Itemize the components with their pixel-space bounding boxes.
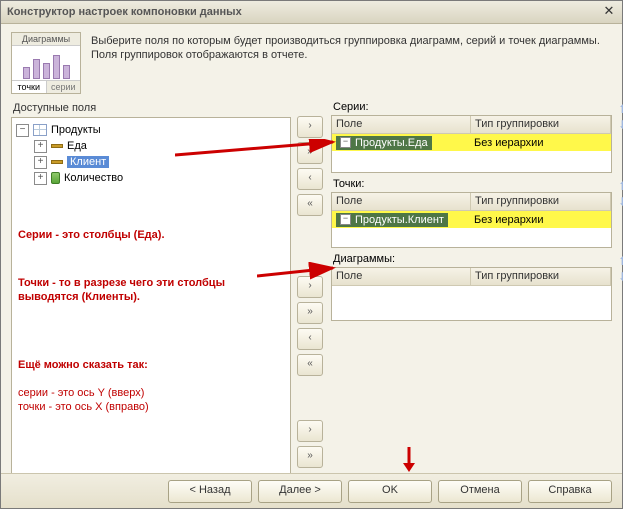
move-right-button-3[interactable]: › (297, 420, 323, 442)
tree-item-qty[interactable]: + Количество (16, 170, 286, 186)
tree-item-eda[interactable]: + Еда (16, 138, 286, 154)
annotation-extra1: Ещё можно сказать так: (18, 358, 148, 372)
series-row[interactable]: −Продукты.Еда Без иерархии (332, 134, 611, 151)
annotation-extra3: точки - это ось X (вправо) (18, 400, 149, 414)
field-icon (51, 160, 63, 164)
back-button[interactable]: < Назад (168, 480, 252, 503)
thumb-foot-series: серии (47, 80, 81, 93)
move-up-icon[interactable]: ⬆ (616, 179, 623, 193)
close-icon[interactable]: ✕ (602, 5, 616, 19)
col-group[interactable]: Тип группировки (471, 116, 611, 133)
col-group[interactable]: Тип группировки (471, 268, 611, 285)
col-field[interactable]: Поле (332, 268, 471, 285)
points-row[interactable]: −Продукты.Клиент Без иерархии (332, 211, 611, 228)
series-grid[interactable]: Поле Тип группировки −Продукты.Еда Без и… (331, 115, 612, 173)
move-up-icon[interactable]: ⬆ (616, 102, 623, 116)
move-all-left-button-2[interactable]: « (297, 354, 323, 376)
cancel-button[interactable]: Отмена (438, 480, 522, 503)
expand-icon[interactable]: + (34, 140, 47, 153)
points-label: Точки: (331, 177, 612, 192)
move-all-right-button-2[interactable]: » (297, 302, 323, 324)
series-group-type: Без иерархии (470, 136, 611, 150)
series-label: Серии: (331, 100, 612, 115)
points-group-type: Без иерархии (470, 213, 611, 227)
main-area: Доступные поля − Продукты + Еда + (1, 100, 622, 486)
titlebar: Конструктор настроек компоновки данных ✕ (1, 1, 622, 24)
table-icon (33, 124, 47, 136)
tree-item-label: Количество (64, 172, 123, 184)
tree-root-label: Продукты (51, 124, 101, 136)
thumb-header: Диаграммы (12, 33, 80, 46)
move-up-icon[interactable]: ⬆ (616, 254, 623, 268)
collapse-icon[interactable]: − (340, 137, 351, 148)
series-section: Серии: Поле Тип группировки −Продукты.Ед… (331, 100, 612, 173)
diagram-thumbnail[interactable]: Диаграммы точки серии (11, 32, 81, 94)
next-button[interactable]: Далее > (258, 480, 342, 503)
footer-buttons: < Назад Далее > OK Отмена Справка (1, 473, 622, 508)
points-field: Продукты.Клиент (355, 214, 444, 226)
ok-button[interactable]: OK (348, 480, 432, 503)
move-left-button[interactable]: ‹ (297, 168, 323, 190)
right-column: Серии: Поле Тип группировки −Продукты.Ед… (331, 100, 612, 478)
diagrams-grid[interactable]: Поле Тип группировки (331, 267, 612, 321)
expand-icon[interactable]: + (34, 156, 47, 169)
move-down-icon[interactable]: ⬇ (616, 270, 623, 284)
available-fields-label: Доступные поля (11, 100, 291, 117)
tree-item-label-selected: Клиент (67, 156, 109, 168)
diagrams-label: Диаграммы: (331, 252, 612, 267)
col-field[interactable]: Поле (332, 116, 471, 133)
series-field: Продукты.Еда (355, 137, 428, 149)
points-section: Точки: Поле Тип группировки −Продукты.Кл… (331, 177, 612, 248)
tree-item-label: Еда (67, 140, 87, 152)
available-fields-box: − Продукты + Еда + Клиент (11, 117, 291, 478)
move-right-button-2[interactable]: › (297, 276, 323, 298)
move-down-icon[interactable]: ⬇ (616, 118, 623, 132)
field-icon (51, 144, 63, 148)
move-all-right-button[interactable]: » (297, 142, 323, 164)
points-grid[interactable]: Поле Тип группировки −Продукты.Клиент Бе… (331, 192, 612, 248)
annotation-series: Серии - это столбцы (Еда). (18, 228, 165, 242)
col-field[interactable]: Поле (332, 193, 471, 210)
dialog-window: Конструктор настроек компоновки данных ✕… (0, 0, 623, 509)
annotation-points: Точки - то в разрезе чего эти столбцы вы… (18, 276, 278, 304)
thumb-foot-points: точки (12, 80, 47, 93)
move-all-left-button[interactable]: « (297, 194, 323, 216)
tree-item-klient[interactable]: + Клиент (16, 154, 286, 170)
expand-icon[interactable]: + (34, 172, 47, 185)
top-row: Диаграммы точки серии Выберите поля по к… (1, 24, 622, 100)
description-text: Выберите поля по которым будет производи… (91, 32, 612, 62)
collapse-icon[interactable]: − (16, 124, 29, 137)
move-all-right-button-3[interactable]: » (297, 446, 323, 468)
thumb-body (12, 46, 80, 80)
move-left-button-2[interactable]: ‹ (297, 328, 323, 350)
window-title: Конструктор настроек компоновки данных (7, 6, 602, 18)
move-right-button[interactable]: › (297, 116, 323, 138)
diagrams-section: Диаграммы: Поле Тип группировки ⬆ ⬇ (331, 252, 612, 321)
left-column: Доступные поля − Продукты + Еда + (11, 100, 291, 478)
move-down-icon[interactable]: ⬇ (616, 195, 623, 209)
col-group[interactable]: Тип группировки (471, 193, 611, 210)
tree-root[interactable]: − Продукты (16, 122, 286, 138)
collapse-icon[interactable]: − (340, 214, 351, 225)
annotation-extra2: серии - это ось Y (вверх) (18, 386, 144, 400)
fields-tree[interactable]: − Продукты + Еда + Клиент (12, 118, 290, 190)
transfer-buttons: › » ‹ « › » ‹ « › » (297, 100, 325, 478)
help-button[interactable]: Справка (528, 480, 612, 503)
measure-icon (51, 172, 60, 184)
